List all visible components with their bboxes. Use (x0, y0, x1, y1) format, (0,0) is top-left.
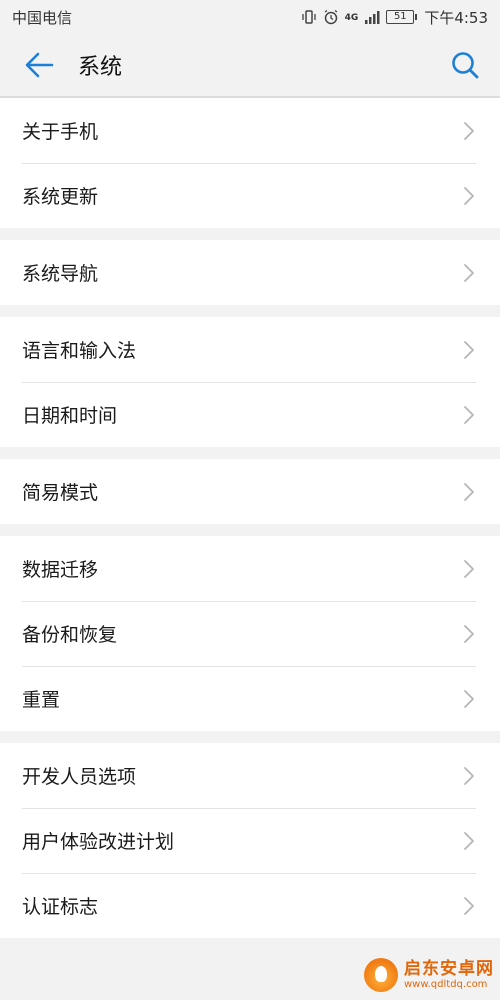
settings-row[interactable]: 日期和时间 (0, 382, 500, 447)
settings-list: 关于手机系统更新系统导航语言和输入法 日期和时间简易模式数据迁移备份和恢复重置开发… (0, 98, 500, 938)
chevron-right-icon (462, 689, 476, 709)
settings-row-label: 语言和输入法 (22, 340, 137, 362)
chevron-right-icon (462, 186, 476, 206)
settings-group: 语言和输入法 日期和时间 (0, 317, 500, 447)
status-icons: 4G 51 下午4:53 (301, 7, 488, 28)
settings-row-label: 简易模式 (22, 482, 99, 504)
settings-group: 数据迁移备份和恢复重置 (0, 536, 500, 731)
chevron-right-icon (462, 766, 476, 786)
chevron-right-icon (462, 405, 476, 425)
settings-row[interactable]: 开发人员选项 (0, 743, 500, 808)
settings-group: 简易模式 (0, 459, 500, 524)
settings-row[interactable]: 数据迁移 (0, 536, 500, 601)
settings-row[interactable]: 系统导航 (0, 240, 500, 305)
settings-row[interactable]: 重置 (0, 666, 500, 731)
watermark-logo-icon (364, 958, 398, 992)
back-button[interactable] (22, 48, 56, 82)
settings-row-label: 数据迁移 (22, 559, 99, 581)
settings-row[interactable]: 语言和输入法 (0, 317, 500, 382)
signal-icon (364, 9, 380, 25)
settings-row-label: 认证标志 (22, 896, 99, 918)
status-bar: 中国电信 4G 51 下午4:53 (0, 0, 500, 34)
settings-row-label: 系统更新 (22, 186, 99, 208)
settings-row[interactable]: 认证标志 (0, 873, 500, 938)
clock: 下午4:53 (424, 8, 488, 27)
settings-row-label: 备份和恢复 (22, 624, 118, 646)
chevron-right-icon (462, 559, 476, 579)
alarm-icon (323, 9, 339, 25)
settings-row-label: 用户体验改进计划 (22, 831, 175, 853)
settings-row-label: 开发人员选项 (22, 766, 137, 788)
watermark: 启东安卓网 www.qdltdq.com (364, 958, 494, 992)
settings-row[interactable]: 系统更新 (0, 163, 500, 228)
vibrate-icon (301, 9, 317, 25)
settings-row-label: 日期和时间 (22, 405, 118, 427)
app-bar: 系统 (0, 34, 500, 98)
page-title: 系统 (78, 55, 123, 80)
watermark-url: www.qdltdq.com (404, 978, 488, 990)
search-icon (452, 52, 479, 79)
watermark-name: 启东安卓网 (404, 959, 494, 980)
search-button[interactable] (448, 48, 482, 82)
settings-group: 开发人员选项用户体验改进计划 认证标志 (0, 743, 500, 938)
settings-row-label: 重置 (22, 689, 61, 711)
back-arrow-icon (25, 52, 54, 78)
settings-group: 系统导航 (0, 240, 500, 305)
settings-row-label: 关于手机 (22, 121, 99, 143)
chevron-right-icon (462, 340, 476, 360)
settings-row[interactable]: 关于手机 (0, 98, 500, 163)
settings-row-label: 系统导航 (22, 263, 99, 285)
settings-row[interactable]: 简易模式 (0, 459, 500, 524)
chevron-right-icon (462, 624, 476, 644)
network-type: 4G (344, 12, 359, 23)
chevron-right-icon (462, 896, 476, 916)
chevron-right-icon (462, 263, 476, 283)
carrier-name: 中国电信 (12, 8, 73, 27)
chevron-right-icon (462, 831, 476, 851)
chevron-right-icon (462, 482, 476, 502)
chevron-right-icon (462, 121, 476, 141)
settings-row[interactable]: 备份和恢复 (0, 601, 500, 666)
settings-group: 关于手机 系统更新 (0, 98, 500, 228)
settings-row[interactable]: 用户体验改进计划 (0, 808, 500, 873)
battery-icon: 51 (386, 10, 418, 24)
